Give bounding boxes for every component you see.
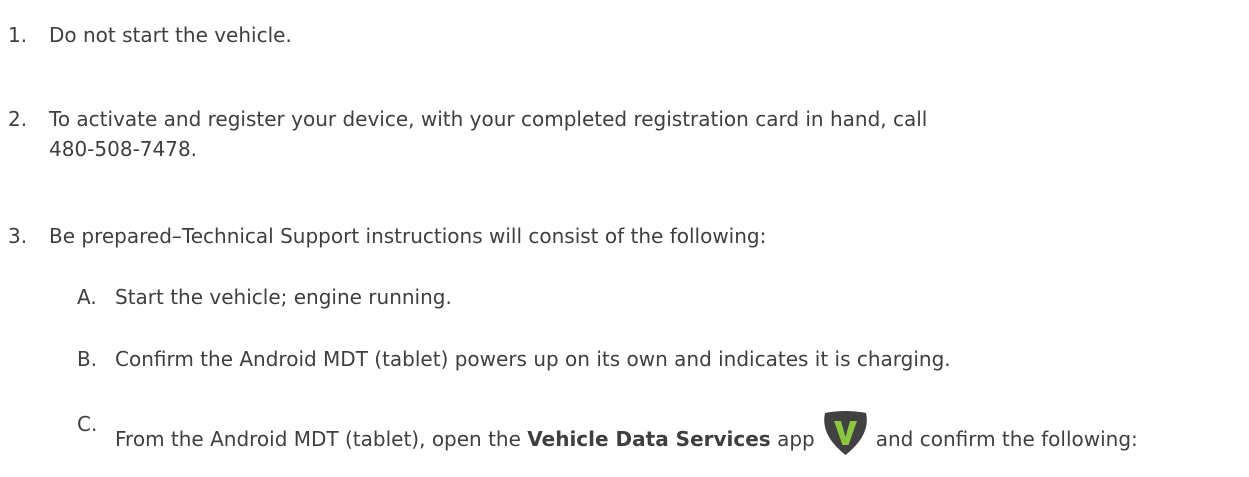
substep-letter: A. — [77, 285, 97, 309]
substep-text-prefix: From the Android MDT (tablet), open the — [115, 427, 528, 451]
step-text-line-1: To activate and register your device, wi… — [49, 107, 928, 131]
substep-b: B. Confirm the Android MDT (tablet) powe… — [0, 344, 1249, 374]
step-1: 1. Do not start the vehicle. — [0, 20, 1249, 50]
substep-letter: C. — [77, 412, 98, 436]
step-3: 3. Be prepared–Technical Support instruc… — [0, 221, 1249, 251]
step-number: 2. — [8, 107, 28, 131]
substep-c: C. From the Android MDT (tablet), open t… — [0, 409, 1249, 458]
step-text: Do not start the vehicle. — [49, 23, 292, 47]
step-text: Be prepared–Technical Support instructio… — [49, 224, 767, 248]
phone-number: 480-508-7478. — [49, 137, 198, 161]
substep-text-middle: app — [770, 427, 815, 451]
substep-text: From the Android MDT (tablet), open the … — [115, 409, 1235, 458]
step-number: 3. — [8, 224, 28, 248]
substep-letter: B. — [77, 347, 98, 371]
substep-text: Confirm the Android MDT (tablet) powers … — [115, 347, 951, 371]
step-number: 1. — [8, 23, 28, 47]
step-2: 2. To activate and register your device,… — [0, 104, 1249, 164]
vehicle-data-services-icon — [821, 409, 870, 458]
substep-a: A. Start the vehicle; engine running. — [0, 282, 1249, 312]
substep-text: Start the vehicle; engine running. — [115, 285, 452, 309]
app-name: Vehicle Data Services — [527, 427, 771, 451]
instructions-page: 1. Do not start the vehicle. 2. To activ… — [0, 14, 1249, 477]
substep-text-suffix: and confirm the following: — [875, 427, 1138, 451]
